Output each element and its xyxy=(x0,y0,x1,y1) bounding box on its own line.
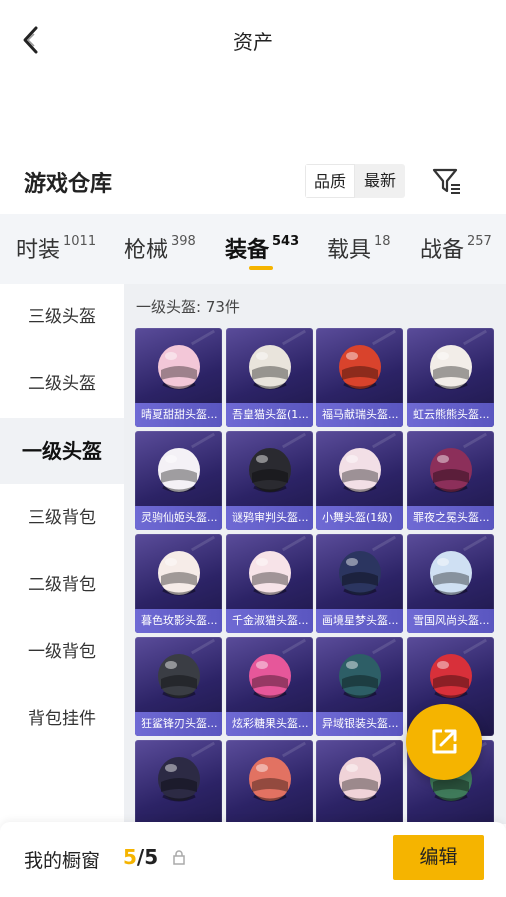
helmet-card[interactable]: 罪夜之冕头盔... xyxy=(407,431,494,530)
tab-label: 枪械 xyxy=(124,238,169,263)
helmet-card[interactable]: 谜鸦审判头盔... xyxy=(226,431,313,530)
helmet-card[interactable]: 异域银装头盔... xyxy=(316,637,403,736)
helmet-card[interactable] xyxy=(316,740,403,824)
helmet-icon xyxy=(339,345,381,390)
helmet-icon xyxy=(339,551,381,596)
helmet-icon xyxy=(158,654,200,699)
tab-label: 战备 xyxy=(420,238,465,263)
subnav-item-level2-helmet[interactable]: 二级头盔 xyxy=(0,351,124,417)
grid-heading: 一级头盔: 73件 xyxy=(136,298,240,316)
helmet-icon xyxy=(339,654,381,699)
helmet-card-name: 小舞头盔(1级) xyxy=(316,506,403,530)
helmet-card[interactable]: 小舞头盔(1级) xyxy=(316,431,403,530)
sort-option-quality[interactable]: 品质 xyxy=(305,164,355,198)
helmet-card-name: 炫彩糖果头盔... xyxy=(226,712,313,736)
helmet-card-name: 晴夏甜甜头盔... xyxy=(135,403,222,427)
showcase-label: 我的橱窗 xyxy=(24,850,101,872)
share-external-icon xyxy=(432,729,457,754)
showcase-current: 5 xyxy=(123,845,137,869)
helmet-icon xyxy=(158,345,200,390)
helmet-icon xyxy=(158,757,200,802)
helmet-card[interactable]: 狂鲨锋刃头盔... xyxy=(135,637,222,736)
helmet-icon xyxy=(339,757,381,802)
helmet-icon xyxy=(430,345,472,390)
tab-count: 1011 xyxy=(63,234,97,249)
share-button[interactable] xyxy=(406,704,482,780)
helmet-card-name: 福马献瑞头盔... xyxy=(316,403,403,427)
tab-count: 543 xyxy=(272,234,300,249)
helmet-card[interactable] xyxy=(226,740,313,824)
tab-vehicles[interactable]: 载具 18 xyxy=(327,232,391,264)
lock-icon xyxy=(173,850,185,865)
helmet-card-name: 灵驹仙姬头盔... xyxy=(135,506,222,530)
helmet-icon xyxy=(249,654,291,699)
tab-label: 载具 xyxy=(327,238,372,263)
helmet-card-name: 罪夜之冕头盔... xyxy=(407,506,494,530)
tab-count: 257 xyxy=(467,234,492,249)
header: 资产 xyxy=(0,0,506,80)
helmet-card[interactable]: 吾皇猫头盔(1... xyxy=(226,328,313,427)
showcase-count: 5/5 xyxy=(123,845,158,869)
helmet-icon xyxy=(158,551,200,596)
helmet-icon xyxy=(430,448,472,493)
sort-option-newest[interactable]: 最新 xyxy=(355,164,405,198)
showcase-total: /5 xyxy=(136,845,159,869)
tab-fashion[interactable]: 时装 1011 xyxy=(16,232,96,264)
helmet-icon xyxy=(430,654,472,699)
helmet-card[interactable]: 画境星梦头盔... xyxy=(316,534,403,633)
subnav-item-level3-helmet[interactable]: 三级头盔 xyxy=(0,284,124,350)
helmet-card[interactable]: 千金淑猫头盔... xyxy=(226,534,313,633)
helmet-icon xyxy=(158,448,200,493)
warehouse-title: 游戏仓库 xyxy=(24,172,113,197)
edit-button[interactable]: 编辑 xyxy=(393,835,484,880)
helmet-card[interactable]: 灵驹仙姬头盔... xyxy=(135,431,222,530)
tab-count: 18 xyxy=(374,234,391,249)
subnav-item-level1-backpack[interactable]: 一级背包 xyxy=(0,619,124,685)
helmet-icon xyxy=(339,448,381,493)
showcase-bar: 我的橱窗 5/5 编辑 xyxy=(0,822,506,897)
active-tab-indicator xyxy=(249,266,273,270)
helmet-card[interactable]: 晴夏甜甜头盔... xyxy=(135,328,222,427)
helmet-icon xyxy=(249,448,291,493)
tab-label: 装备 xyxy=(225,238,270,263)
sub-category-nav: 三级头盔 二级头盔 一级头盔 三级背包 二级背包 一级背包 背包挂件 xyxy=(0,284,124,824)
helmet-card-name: 狂鲨锋刃头盔... xyxy=(135,712,222,736)
helmet-icon xyxy=(249,345,291,390)
helmet-card-name: 异域银装头盔... xyxy=(316,712,403,736)
page-title: 资产 xyxy=(233,30,273,54)
helmet-icon xyxy=(249,551,291,596)
tab-supplies[interactable]: 战备 257 xyxy=(420,232,492,264)
subnav-item-backpack-charm[interactable]: 背包挂件 xyxy=(0,686,124,752)
helmet-card[interactable]: 炫彩糖果头盔... xyxy=(226,637,313,736)
subnav-item-level2-backpack[interactable]: 二级背包 xyxy=(0,552,124,618)
subnav-item-level1-helmet[interactable]: 一级头盔 xyxy=(0,418,124,484)
helmet-icon xyxy=(249,757,291,802)
helmet-card-name: 虹云熊熊头盔... xyxy=(407,403,494,427)
subnav-item-level3-backpack[interactable]: 三级背包 xyxy=(0,485,124,551)
tab-equipment[interactable]: 装备 543 xyxy=(225,232,299,264)
helmet-card[interactable]: 雪国风尚头盔... xyxy=(407,534,494,633)
helmet-card-name: 画境星梦头盔... xyxy=(316,609,403,633)
helmet-card-name: 千金淑猫头盔... xyxy=(226,609,313,633)
sort-toggle: 品质 最新 xyxy=(305,164,405,198)
tab-label: 时装 xyxy=(16,238,61,263)
helmet-card[interactable] xyxy=(135,740,222,824)
tab-weapons[interactable]: 枪械 398 xyxy=(124,232,196,264)
helmet-card-name: 谜鸦审判头盔... xyxy=(226,506,313,530)
helmet-card[interactable]: 福马献瑞头盔... xyxy=(316,328,403,427)
helmet-card[interactable]: 虹云熊熊头盔... xyxy=(407,328,494,427)
helmet-card-name: 暮色玫影头盔... xyxy=(135,609,222,633)
tab-count: 398 xyxy=(171,234,196,249)
assets-page: 资产 游戏仓库 品质 最新 时装 1011 枪械 398 装备 543 载具 18 战备… xyxy=(0,0,506,897)
helmet-card-name: 吾皇猫头盔(1... xyxy=(226,403,313,427)
helmet-card-name: 雪国风尚头盔... xyxy=(407,609,494,633)
helmet-icon xyxy=(430,551,472,596)
category-tabs: 时装 1011 枪械 398 装备 543 载具 18 战备 257 xyxy=(0,214,506,284)
filter-icon xyxy=(432,168,460,194)
helmet-card[interactable]: 暮色玫影头盔... xyxy=(135,534,222,633)
filter-button[interactable] xyxy=(430,164,464,198)
